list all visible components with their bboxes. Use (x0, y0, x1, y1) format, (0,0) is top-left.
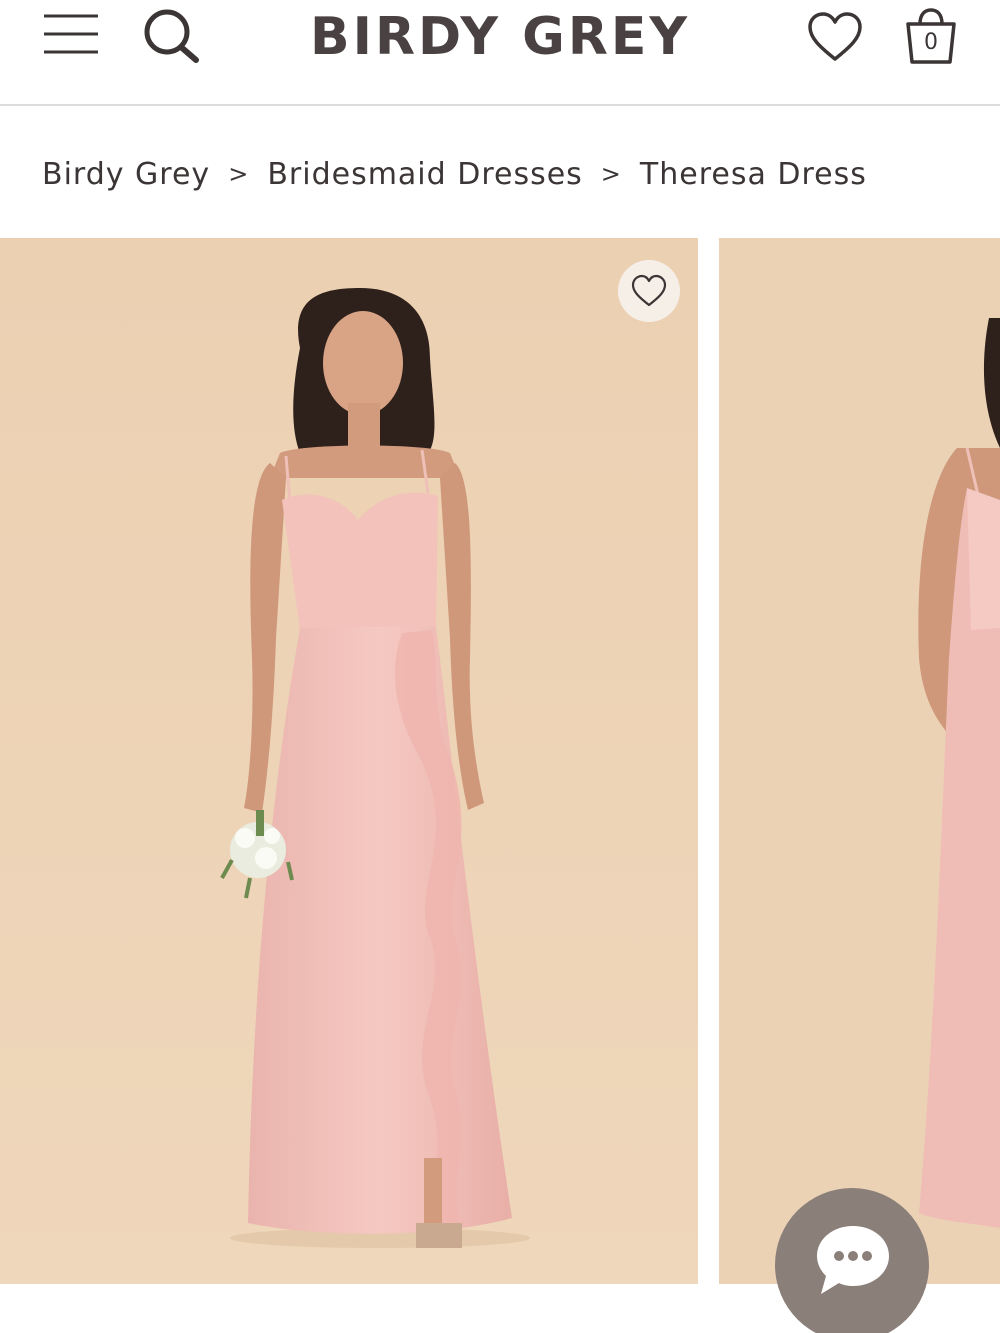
add-to-favorites-button[interactable] (618, 260, 680, 322)
breadcrumb-home[interactable]: Birdy Grey (42, 157, 210, 192)
product-page: BIRDY GREY 0 Birdy Grey > Bridesmaid Dre… (0, 0, 1000, 1333)
heart-icon (631, 274, 667, 307)
search-icon (144, 9, 199, 63)
chat-bubble-icon (817, 1226, 889, 1294)
heart-icon (808, 12, 862, 61)
wishlist-button[interactable] (806, 10, 864, 64)
hamburger-menu-icon (44, 14, 98, 54)
chat-button[interactable] (775, 1188, 929, 1333)
breadcrumb-separator: > (228, 160, 250, 188)
cart-button[interactable]: 0 (900, 6, 962, 66)
cart-count-badge: 0 (924, 30, 938, 55)
product-image-secondary[interactable] (719, 238, 1000, 1284)
breadcrumb: Birdy Grey > Bridesmaid Dresses > Theres… (42, 150, 867, 198)
breadcrumb-current: Theresa Dress (639, 156, 867, 192)
model-photo (0, 238, 698, 1284)
search-button[interactable] (140, 6, 202, 64)
product-image-main[interactable] (0, 238, 698, 1284)
product-image-gallery[interactable] (0, 238, 1000, 1284)
breadcrumb-category[interactable]: Bridesmaid Dresses (267, 157, 582, 192)
model-photo (719, 238, 1000, 1284)
site-header: BIRDY GREY 0 (0, 0, 1000, 106)
breadcrumb-separator: > (600, 160, 622, 188)
brand-logo[interactable]: BIRDY GREY (300, 2, 700, 72)
menu-button[interactable] (42, 12, 100, 56)
